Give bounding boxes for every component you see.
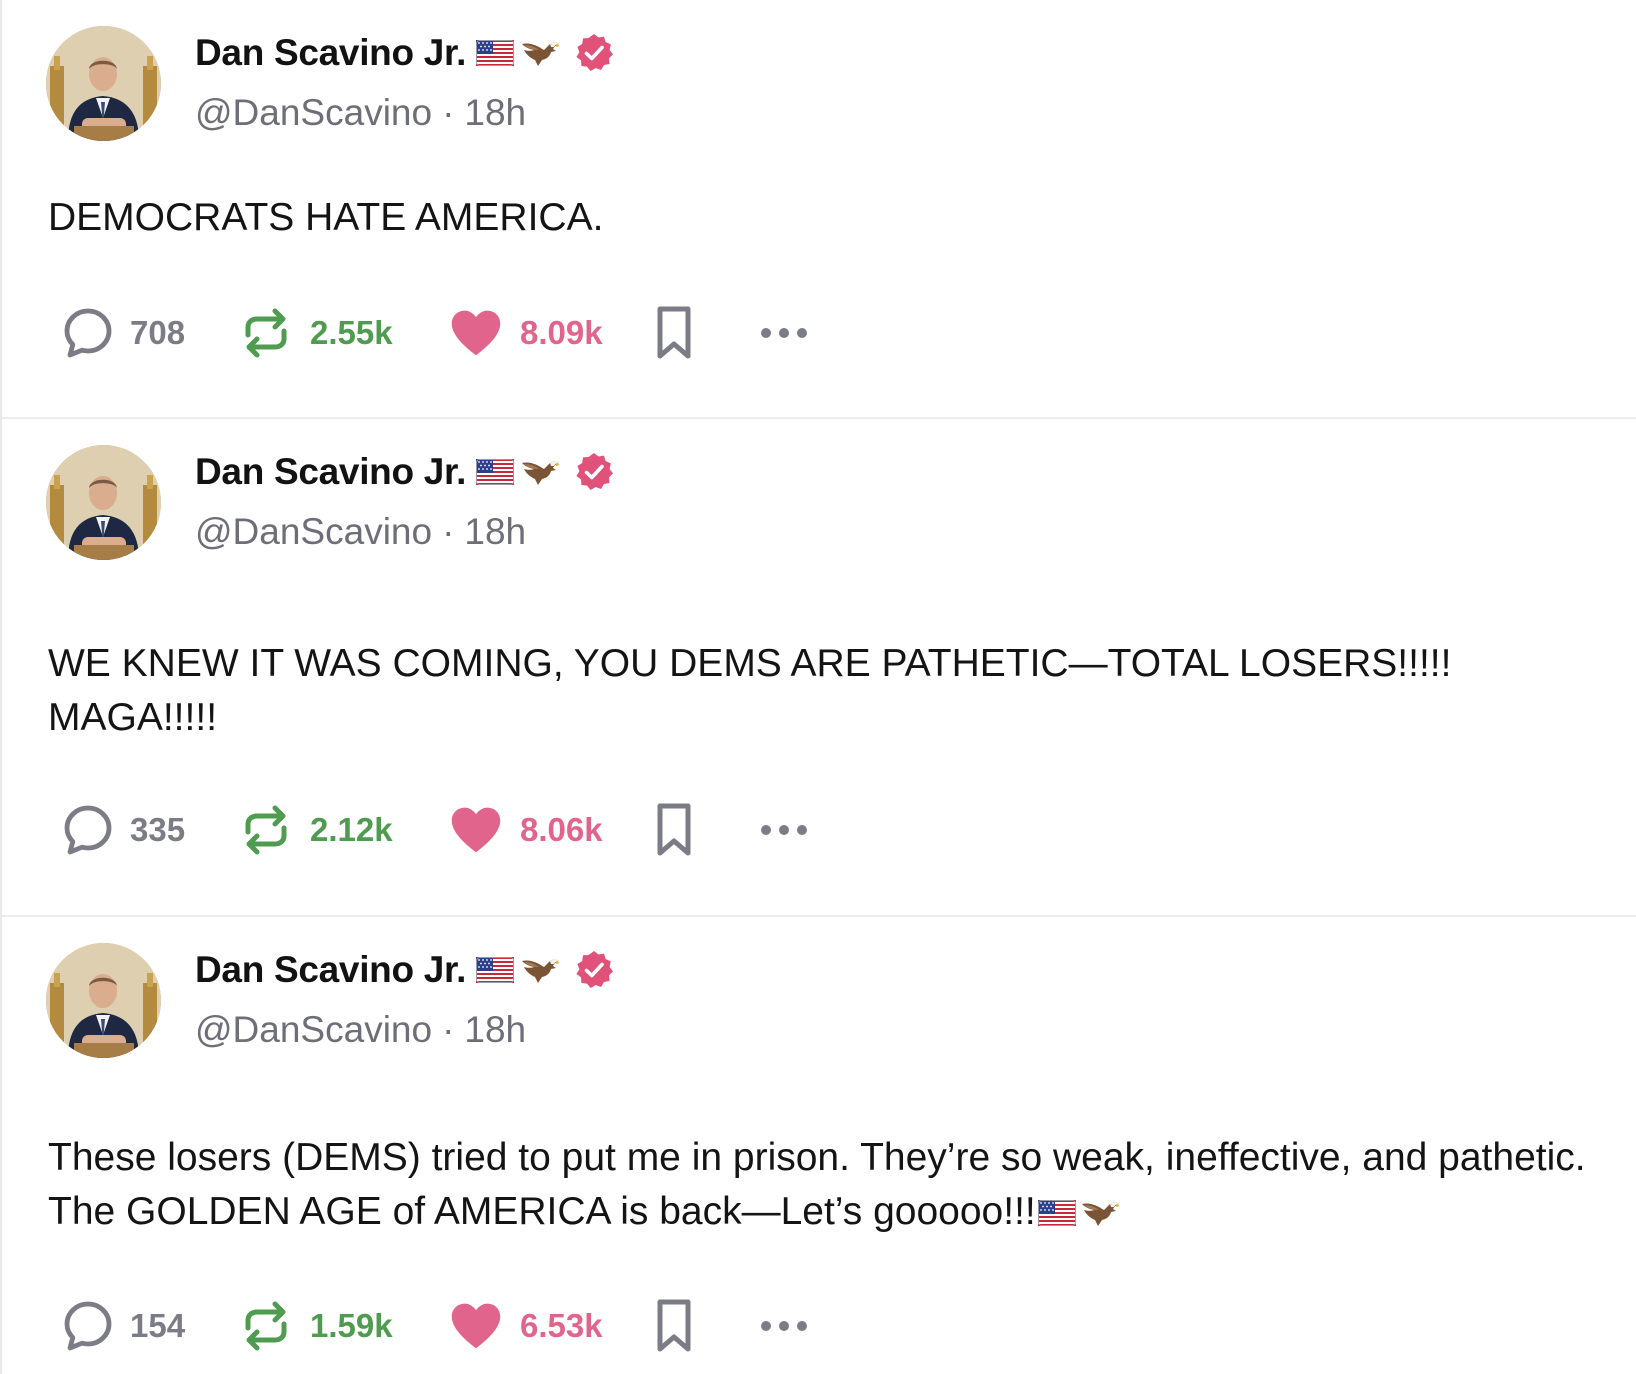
- reply-icon: [62, 1300, 114, 1352]
- eagle-icon: [520, 457, 560, 487]
- avatar-image: [46, 445, 161, 560]
- reply-count: 154: [130, 1307, 186, 1344]
- post-text-container: These losers (DEMS) tried to put me in p…: [48, 1131, 1608, 1239]
- like-count: 8.09k: [520, 314, 603, 351]
- reply-button[interactable]: 335: [62, 804, 238, 856]
- author-handle[interactable]: @DanScavino: [195, 511, 432, 553]
- post[interactable]: Dan Scavino Jr. @DanScavino · 18h These …: [2, 917, 1636, 1374]
- us-flag-icon: [1038, 1200, 1076, 1226]
- handle-row: @DanScavino · 18h: [195, 511, 526, 553]
- bookmark-icon: [654, 1298, 694, 1354]
- author-name[interactable]: Dan Scavino Jr.: [195, 32, 466, 74]
- post-time[interactable]: 18h: [464, 92, 526, 134]
- post-text: DEMOCRATS HATE AMERICA.: [48, 196, 604, 239]
- bookmark-button[interactable]: [654, 305, 758, 361]
- us-flag-icon: [476, 40, 514, 66]
- repost-button[interactable]: 2.12k: [238, 802, 448, 858]
- like-count: 8.06k: [520, 811, 603, 848]
- eagle-icon: [520, 955, 560, 985]
- repost-count: 2.55k: [310, 314, 393, 351]
- us-flag-icon: [476, 459, 514, 485]
- post[interactable]: Dan Scavino Jr. @DanScavino · 18h DEMOCR…: [2, 0, 1636, 419]
- reply-icon: [62, 804, 114, 856]
- like-button[interactable]: 8.06k: [448, 805, 654, 855]
- author-name[interactable]: Dan Scavino Jr.: [195, 451, 466, 493]
- author-handle[interactable]: @DanScavino: [195, 1009, 432, 1051]
- like-count: 6.53k: [520, 1307, 603, 1344]
- avatar[interactable]: [46, 943, 161, 1058]
- action-bar: 708 2.55k 8.09k: [62, 303, 810, 363]
- repost-count: 2.12k: [310, 811, 393, 848]
- action-bar: 154 1.59k 6.53k: [62, 1296, 810, 1356]
- heart-icon: [448, 1301, 504, 1351]
- post-feed: Dan Scavino Jr. @DanScavino · 18h DEMOCR…: [0, 0, 1636, 1374]
- post-time[interactable]: 18h: [464, 511, 526, 553]
- more-icon: [758, 822, 810, 838]
- bookmark-button[interactable]: [654, 802, 758, 858]
- more-icon: [758, 325, 810, 341]
- reply-button[interactable]: 154: [62, 1300, 238, 1352]
- bookmark-icon: [654, 305, 694, 361]
- repost-button[interactable]: 1.59k: [238, 1298, 448, 1354]
- eagle-icon: [1080, 1198, 1120, 1228]
- avatar-image: [46, 26, 161, 141]
- repost-count: 1.59k: [310, 1307, 393, 1344]
- separator-dot: ·: [442, 511, 455, 552]
- repost-icon: [238, 1298, 294, 1354]
- reply-count: 708: [130, 314, 186, 351]
- post-text: These losers (DEMS) tried to put me in p…: [48, 1136, 1586, 1233]
- eagle-icon: [520, 38, 560, 68]
- author-row: Dan Scavino Jr.: [195, 30, 614, 76]
- author-row: Dan Scavino Jr.: [195, 947, 614, 993]
- avatar-image: [46, 943, 161, 1058]
- author-row: Dan Scavino Jr.: [195, 449, 614, 495]
- reply-count: 335: [130, 811, 186, 848]
- repost-icon: [238, 305, 294, 361]
- like-button[interactable]: 8.09k: [448, 308, 654, 358]
- more-options-button[interactable]: [758, 822, 810, 838]
- like-button[interactable]: 6.53k: [448, 1301, 654, 1351]
- post-time[interactable]: 18h: [464, 1009, 526, 1051]
- more-icon: [758, 1318, 810, 1334]
- separator-dot: ·: [442, 92, 455, 133]
- verified-badge-icon: [574, 950, 614, 990]
- author-name[interactable]: Dan Scavino Jr.: [195, 949, 466, 991]
- us-flag-icon: [476, 957, 514, 983]
- repost-button[interactable]: 2.55k: [238, 305, 448, 361]
- post[interactable]: Dan Scavino Jr. @DanScavino · 18h WE KNE…: [2, 419, 1636, 917]
- bookmark-icon: [654, 802, 694, 858]
- reply-icon: [62, 307, 114, 359]
- heart-icon: [448, 805, 504, 855]
- more-options-button[interactable]: [758, 325, 810, 341]
- author-handle[interactable]: @DanScavino: [195, 92, 432, 134]
- heart-icon: [448, 308, 504, 358]
- bookmark-button[interactable]: [654, 1298, 758, 1354]
- verified-badge-icon: [574, 33, 614, 73]
- handle-row: @DanScavino · 18h: [195, 92, 526, 134]
- separator-dot: ·: [442, 1009, 455, 1050]
- action-bar: 335 2.12k 8.06k: [62, 800, 810, 860]
- handle-row: @DanScavino · 18h: [195, 1009, 526, 1051]
- repost-icon: [238, 802, 294, 858]
- reply-button[interactable]: 708: [62, 307, 238, 359]
- more-options-button[interactable]: [758, 1318, 810, 1334]
- verified-badge-icon: [574, 452, 614, 492]
- post-text: WE KNEW IT WAS COMING, YOU DEMS ARE PATH…: [48, 642, 1452, 739]
- avatar[interactable]: [46, 445, 161, 560]
- avatar[interactable]: [46, 26, 161, 141]
